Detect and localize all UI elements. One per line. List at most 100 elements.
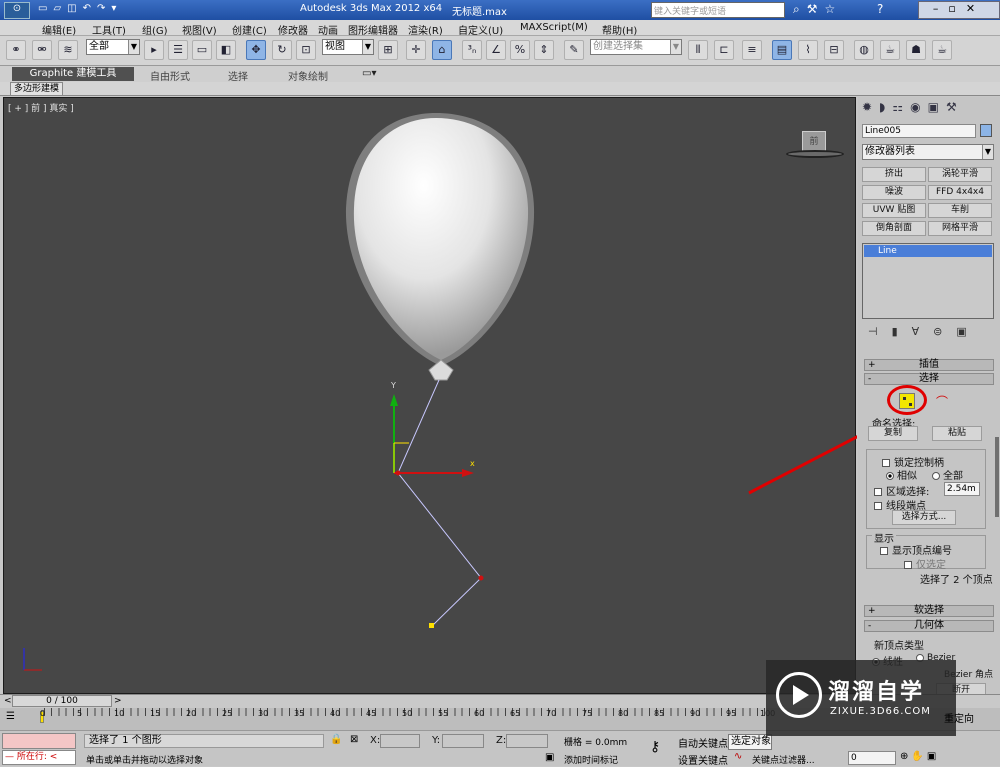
show-vertex-numbers-option[interactable]: 显示顶点编号 xyxy=(880,542,952,557)
render-production-icon[interactable]: ☕ xyxy=(932,40,952,60)
segment-end-checkbox[interactable] xyxy=(874,502,882,510)
edit-named-selection-icon[interactable]: ✎ xyxy=(564,40,584,60)
window-crossing-icon[interactable]: ◧ xyxy=(216,40,236,60)
z-coordinate-field[interactable] xyxy=(506,734,548,748)
menu-customize[interactable]: 自定义(U) xyxy=(458,22,503,37)
rollout-geometry[interactable]: - 几何体 xyxy=(864,620,994,632)
select-manipulate-icon[interactable]: ✛ xyxy=(406,40,426,60)
help-icon[interactable]: ? xyxy=(877,2,883,16)
mirror-icon[interactable]: ⫴ xyxy=(688,40,708,60)
area-selection-spinner[interactable]: 2.54m xyxy=(944,482,980,496)
menu-tools[interactable]: 工具(T) xyxy=(92,22,126,37)
quick-access-icons[interactable]: ▭▱◫↶↷▾ xyxy=(38,3,158,17)
absolute-mode-icon[interactable]: ⊠ xyxy=(350,734,358,745)
current-frame-field[interactable]: 0 xyxy=(848,751,896,765)
schematic-view-icon[interactable]: ⊟ xyxy=(824,40,844,60)
meshsmooth-button[interactable]: 网格平滑 xyxy=(928,221,992,236)
rotate-icon[interactable]: ↻ xyxy=(272,40,292,60)
help-tools-icons[interactable]: ⌕⚒☆ xyxy=(793,2,842,17)
ribbon-options-icon[interactable]: ▭▾ xyxy=(362,68,376,79)
align-icon[interactable]: ⊏ xyxy=(714,40,734,60)
rollout-soft-selection[interactable]: + 软选择 xyxy=(864,605,994,617)
unlink-icon[interactable]: ⚮ xyxy=(32,40,52,60)
key-mode-dropdown[interactable]: 选定对象 xyxy=(728,734,772,750)
selected-only-option[interactable]: 仅选定 xyxy=(904,556,946,571)
menu-maxscript[interactable]: MAXScript(M) xyxy=(520,22,588,33)
paste-button[interactable]: 粘贴 xyxy=(932,426,982,441)
show-vertex-numbers-checkbox[interactable] xyxy=(880,547,888,555)
reference-coordinate-dropdown[interactable]: 视图 ▼ xyxy=(322,39,374,55)
all-radio[interactable] xyxy=(932,472,940,480)
percent-snap-icon[interactable]: % xyxy=(510,40,530,60)
lathe-button[interactable]: 车削 xyxy=(928,203,992,218)
command-panel-tabs[interactable]: ✹◗⚏◉▣⚒ xyxy=(862,100,996,118)
window-controls[interactable]: –▫✕ xyxy=(918,1,1000,19)
select-by-button[interactable]: 选择方式... xyxy=(892,510,956,525)
tab-object-paint[interactable]: 对象绘制 xyxy=(288,68,328,83)
similar-option[interactable]: 相似 xyxy=(886,467,917,482)
rendered-frame-icon[interactable]: ☗ xyxy=(906,40,926,60)
uvw-map-button[interactable]: UVW 贴图 xyxy=(862,203,926,218)
lock-handles-checkbox[interactable] xyxy=(882,459,890,467)
command-panel-scrollbar[interactable] xyxy=(995,437,999,517)
mini-curve-editor-icon[interactable]: ☰ xyxy=(6,711,15,722)
stack-item-line[interactable]: Line xyxy=(864,245,992,257)
select-object-icon[interactable]: ▸ xyxy=(144,40,164,60)
time-tag-icon[interactable]: ▣ xyxy=(545,752,554,763)
menu-views[interactable]: 视图(V) xyxy=(182,22,217,37)
pivot-center-icon[interactable]: ⊞ xyxy=(378,40,398,60)
bind-spacewarp-icon[interactable]: ≋ xyxy=(58,40,78,60)
named-selection-dropdown[interactable]: 创建选择集 ▼ xyxy=(590,39,682,55)
render-setup-icon[interactable]: ☕ xyxy=(880,40,900,60)
polygon-modeling-label[interactable]: 多边形建模 xyxy=(10,82,64,96)
menu-graph-editors[interactable]: 图形编辑器 xyxy=(348,22,398,37)
graphite-toggle-icon[interactable]: ▤ xyxy=(772,40,792,60)
area-selection-checkbox[interactable] xyxy=(874,488,882,496)
viewport-nav-icons[interactable]: ⊕✋▣ xyxy=(900,751,939,762)
layer-manager-icon[interactable]: ≡ xyxy=(742,40,762,60)
maxscript-line-label[interactable]: — 所在行: < xyxy=(2,750,76,765)
menu-modifiers[interactable]: 修改器 xyxy=(278,22,308,37)
app-logo-icon[interactable]: ⊙ xyxy=(4,2,30,19)
time-slider-thumb[interactable]: 0 / 100 xyxy=(12,695,112,707)
selected-only-checkbox[interactable] xyxy=(904,561,912,569)
copy-button[interactable]: 复制 xyxy=(868,426,918,441)
segment-subobject-icon[interactable]: ⌒ xyxy=(936,393,948,410)
ffd-button[interactable]: FFD 4x4x4 xyxy=(928,185,992,200)
link-icon[interactable]: ⚭ xyxy=(6,40,26,60)
menu-animation[interactable]: 动画 xyxy=(318,22,338,37)
menu-group[interactable]: 组(G) xyxy=(142,22,168,37)
bevel-profile-button[interactable]: 倒角剖面 xyxy=(862,221,926,236)
tab-graphite[interactable]: Graphite 建模工具 xyxy=(12,67,134,81)
object-name-field[interactable]: Line005 xyxy=(862,124,976,138)
noise-button[interactable]: 噪波 xyxy=(862,185,926,200)
all-option[interactable]: 全部 xyxy=(932,467,963,482)
set-key-button[interactable]: 设置关键点 xyxy=(678,752,728,767)
similar-radio[interactable] xyxy=(886,472,894,480)
rollout-interpolation[interactable]: + 插值 xyxy=(864,359,994,371)
key-icon[interactable]: ⚷ xyxy=(650,739,660,755)
menu-help[interactable]: 帮助(H) xyxy=(602,22,637,37)
area-selection-option[interactable]: 区域选择: xyxy=(874,483,929,498)
move-icon[interactable]: ✥ xyxy=(246,40,266,60)
add-time-tag[interactable]: 添加时间标记 xyxy=(564,753,618,766)
menu-create[interactable]: 创建(C) xyxy=(232,22,267,37)
lock-icon[interactable]: 🔒 xyxy=(330,734,342,745)
rectangle-selection-icon[interactable]: ▭ xyxy=(192,40,212,60)
tab-freeform[interactable]: 自由形式 xyxy=(150,68,190,83)
key-filters-button[interactable]: 关键点过滤器... xyxy=(752,753,815,766)
object-color-swatch[interactable] xyxy=(980,124,992,137)
slider-prev-icon[interactable]: < xyxy=(4,696,12,706)
extrude-button[interactable]: 挤出 xyxy=(862,167,926,182)
snap-3-icon[interactable]: ³ₙ xyxy=(462,40,482,60)
maxscript-listener[interactable] xyxy=(2,733,76,749)
search-box[interactable]: 键入关键字或短语 xyxy=(651,2,785,18)
menu-edit[interactable]: 编辑(E) xyxy=(42,22,76,37)
curve-editor-icon[interactable]: ⌇ xyxy=(798,40,818,60)
rollout-selection[interactable]: - 选择 xyxy=(864,373,994,385)
turbosmooth-button[interactable]: 涡轮平滑 xyxy=(928,167,992,182)
viewport-front[interactable]: [ + ] 前 ] 真实 ] 前 Y x xyxy=(3,97,857,694)
material-editor-icon[interactable]: ◍ xyxy=(854,40,874,60)
scale-icon[interactable]: ⊡ xyxy=(296,40,316,60)
tab-selection[interactable]: 选择 xyxy=(228,68,248,83)
